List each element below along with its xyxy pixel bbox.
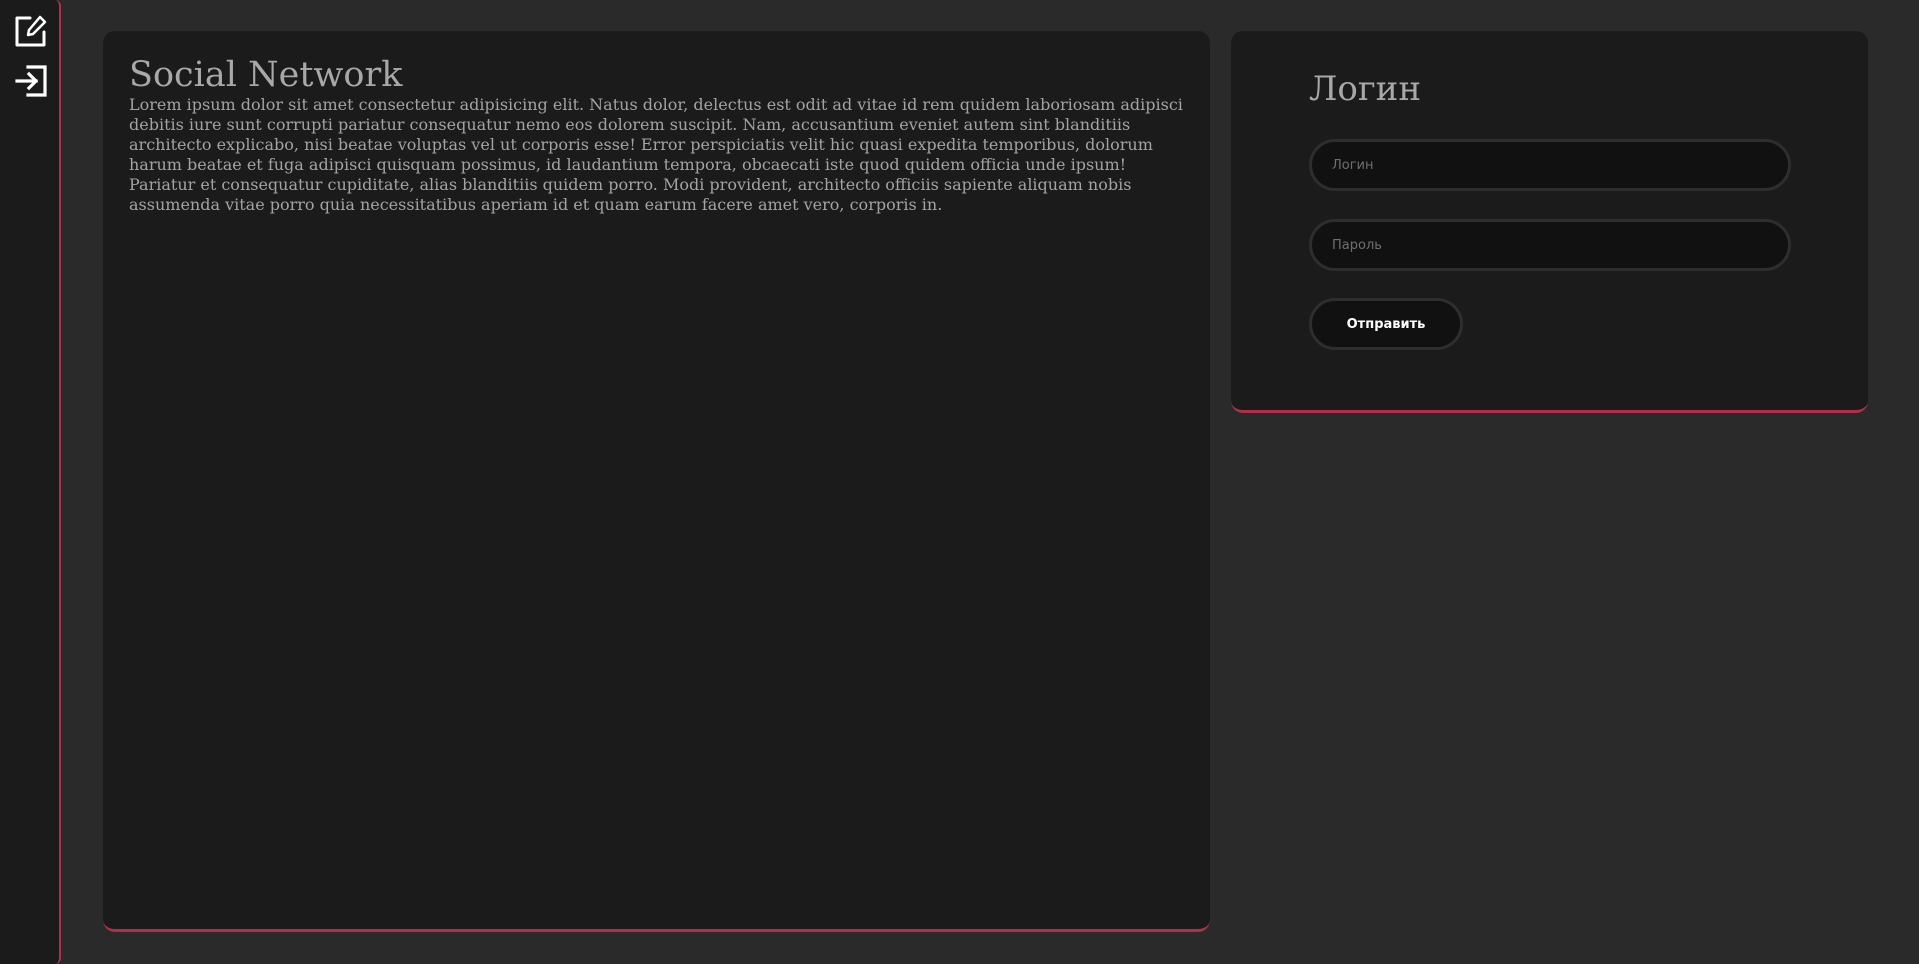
login-icon[interactable] bbox=[14, 64, 48, 98]
main-card: Social Network Lorem ipsum dolor sit ame… bbox=[103, 31, 1210, 932]
login-title: Логин bbox=[1309, 69, 1421, 109]
edit-icon[interactable] bbox=[14, 14, 48, 48]
intro-text: Lorem ipsum dolor sit amet consectetur a… bbox=[129, 95, 1183, 215]
password-field[interactable] bbox=[1309, 219, 1791, 271]
sidebar bbox=[0, 0, 61, 964]
login-field[interactable] bbox=[1309, 139, 1791, 191]
submit-button[interactable]: Отправить bbox=[1309, 298, 1463, 350]
login-card: Логин Отправить bbox=[1231, 31, 1868, 413]
page-title: Social Network bbox=[129, 55, 403, 95]
